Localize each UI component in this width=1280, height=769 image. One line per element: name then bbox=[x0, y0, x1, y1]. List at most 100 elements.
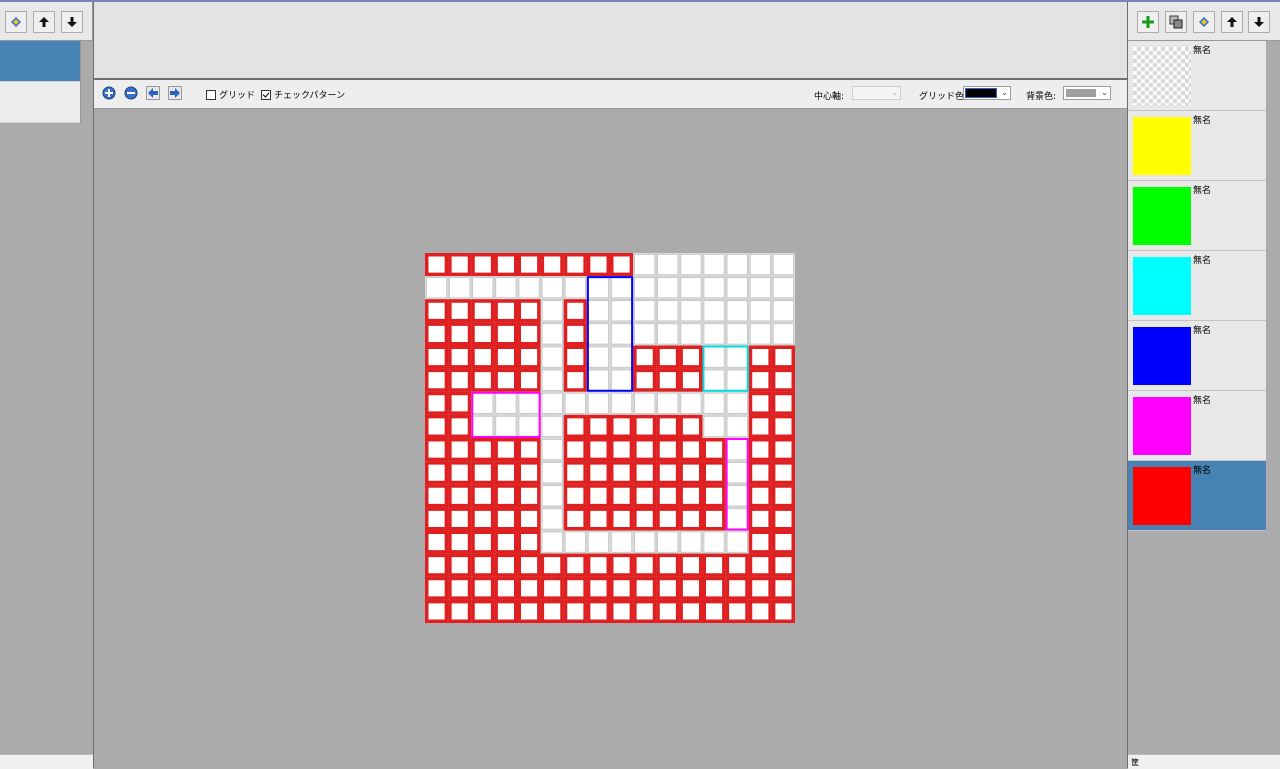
pixel-cell[interactable] bbox=[425, 461, 449, 485]
pixel-cell[interactable] bbox=[633, 507, 657, 531]
pixel-cell[interactable] bbox=[471, 253, 495, 277]
pixel-cell[interactable] bbox=[725, 391, 749, 415]
pixel-cell[interactable] bbox=[586, 414, 610, 438]
pixel-cell[interactable] bbox=[748, 299, 772, 323]
pixel-cell[interactable] bbox=[471, 484, 495, 508]
pixel-cell[interactable] bbox=[748, 322, 772, 346]
center-axis-select[interactable]: ⌄ bbox=[852, 86, 901, 100]
pixel-cell[interactable] bbox=[517, 368, 541, 392]
pixel-cell[interactable] bbox=[517, 299, 541, 323]
pixel-cell[interactable] bbox=[748, 530, 772, 554]
pixel-cell[interactable] bbox=[610, 276, 634, 300]
pixel-cell[interactable] bbox=[471, 368, 495, 392]
pixel-cell[interactable] bbox=[702, 599, 726, 623]
pixel-cell[interactable] bbox=[448, 414, 472, 438]
pixel-cell[interactable] bbox=[425, 414, 449, 438]
pixel-cell[interactable] bbox=[656, 461, 680, 485]
pixel-cell[interactable] bbox=[563, 322, 587, 346]
pixel-cell[interactable] bbox=[610, 553, 634, 577]
up-arrow-icon[interactable] bbox=[33, 11, 55, 33]
pixel-cell[interactable] bbox=[586, 553, 610, 577]
pixel-cell[interactable] bbox=[633, 322, 657, 346]
pixel-cell[interactable] bbox=[656, 576, 680, 600]
zoom-out-icon[interactable] bbox=[124, 86, 138, 100]
merge-layer-icon[interactable] bbox=[1193, 11, 1215, 33]
pixel-cell[interactable] bbox=[494, 484, 518, 508]
pixel-cell[interactable] bbox=[702, 576, 726, 600]
pixel-cell[interactable] bbox=[679, 391, 703, 415]
layer-item[interactable]: 無名 bbox=[1128, 321, 1266, 391]
pixel-cell[interactable] bbox=[448, 438, 472, 462]
pixel-cell[interactable] bbox=[656, 391, 680, 415]
grid-checkbox[interactable]: グリッド bbox=[206, 88, 255, 101]
pixel-cell[interactable] bbox=[702, 322, 726, 346]
pixel-cell[interactable] bbox=[425, 253, 449, 277]
pixel-cell[interactable] bbox=[725, 599, 749, 623]
pixel-cell[interactable] bbox=[494, 553, 518, 577]
grid-checkbox-box[interactable] bbox=[206, 89, 216, 100]
pixel-cell[interactable] bbox=[563, 461, 587, 485]
left-arrow-icon[interactable] bbox=[146, 86, 160, 100]
pixel-cell[interactable] bbox=[471, 530, 495, 554]
pixel-cell[interactable] bbox=[586, 507, 610, 531]
pixel-cell[interactable] bbox=[540, 322, 564, 346]
pixel-cell[interactable] bbox=[702, 553, 726, 577]
pixel-cell[interactable] bbox=[748, 461, 772, 485]
pixel-cell[interactable] bbox=[494, 368, 518, 392]
pixel-cell[interactable] bbox=[633, 484, 657, 508]
pixel-cell[interactable] bbox=[471, 507, 495, 531]
list-item[interactable] bbox=[0, 82, 80, 123]
pixel-cell[interactable] bbox=[702, 530, 726, 554]
pixel-cell[interactable] bbox=[725, 553, 749, 577]
pixel-cell[interactable] bbox=[633, 368, 657, 392]
pixel-cell[interactable] bbox=[610, 438, 634, 462]
pixel-cell[interactable] bbox=[425, 484, 449, 508]
pixel-cell[interactable] bbox=[494, 599, 518, 623]
pixel-cell[interactable] bbox=[771, 391, 795, 415]
pixel-cell[interactable] bbox=[563, 484, 587, 508]
pixel-cell[interactable] bbox=[471, 599, 495, 623]
pixel-cell[interactable] bbox=[471, 576, 495, 600]
pixel-cell[interactable] bbox=[633, 553, 657, 577]
pixel-cell[interactable] bbox=[610, 322, 634, 346]
pixel-cell[interactable] bbox=[771, 553, 795, 577]
pixel-cell[interactable] bbox=[448, 368, 472, 392]
pixel-cell[interactable] bbox=[633, 276, 657, 300]
pixel-cell[interactable] bbox=[471, 391, 495, 415]
pixel-cell[interactable] bbox=[748, 253, 772, 277]
pixel-cell[interactable] bbox=[517, 599, 541, 623]
pixel-cell[interactable] bbox=[702, 414, 726, 438]
pixel-cell[interactable] bbox=[725, 484, 749, 508]
pixel-cell[interactable] bbox=[633, 391, 657, 415]
up-arrow-icon[interactable] bbox=[1221, 11, 1243, 33]
check-pattern-checkbox[interactable]: チェックパターン bbox=[261, 88, 345, 101]
pixel-cell[interactable] bbox=[771, 507, 795, 531]
pixel-cell[interactable] bbox=[563, 253, 587, 277]
pixel-cell[interactable] bbox=[702, 438, 726, 462]
pixel-cell[interactable] bbox=[471, 414, 495, 438]
pixel-cell[interactable] bbox=[633, 530, 657, 554]
layer-item[interactable]: 無名 bbox=[1128, 41, 1266, 111]
grid-color-select[interactable]: ⌄ bbox=[963, 86, 1011, 100]
pixel-cell[interactable] bbox=[425, 276, 449, 300]
pixel-cell[interactable] bbox=[610, 253, 634, 277]
pixel-cell[interactable] bbox=[540, 553, 564, 577]
pixel-cell[interactable] bbox=[563, 438, 587, 462]
pixel-cell[interactable] bbox=[517, 461, 541, 485]
pixel-cell[interactable] bbox=[425, 553, 449, 577]
pixel-cell[interactable] bbox=[494, 438, 518, 462]
pixel-cell[interactable] bbox=[563, 368, 587, 392]
pixel-cell[interactable] bbox=[702, 507, 726, 531]
pixel-cell[interactable] bbox=[425, 530, 449, 554]
pixel-cell[interactable] bbox=[748, 368, 772, 392]
pixel-cell[interactable] bbox=[540, 276, 564, 300]
pixel-cell[interactable] bbox=[540, 414, 564, 438]
pixel-cell[interactable] bbox=[771, 253, 795, 277]
pixel-cell[interactable] bbox=[448, 391, 472, 415]
pixel-cell[interactable] bbox=[679, 484, 703, 508]
pixel-cell[interactable] bbox=[656, 299, 680, 323]
pixel-cell[interactable] bbox=[725, 276, 749, 300]
pixel-cell[interactable] bbox=[610, 484, 634, 508]
pixel-cell[interactable] bbox=[471, 345, 495, 369]
pixel-cell[interactable] bbox=[771, 299, 795, 323]
